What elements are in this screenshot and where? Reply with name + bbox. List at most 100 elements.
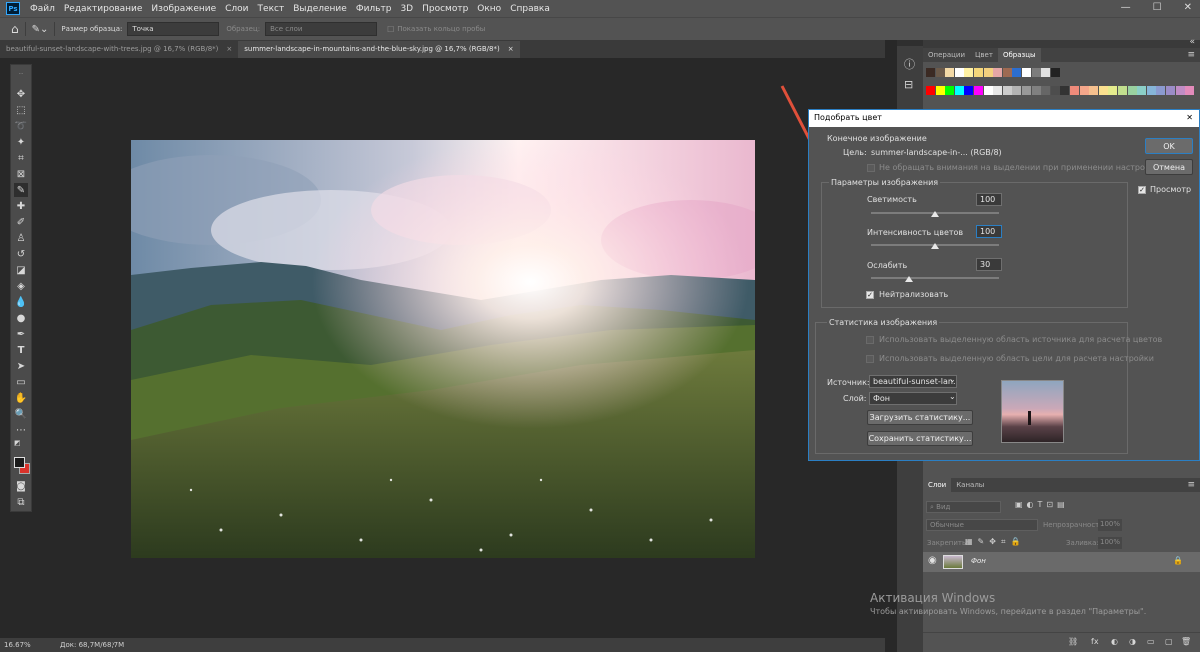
status-arrow-icon[interactable]: › — [112, 640, 115, 648]
ignore-selection-checkbox[interactable] — [867, 164, 875, 172]
tab-sunset[interactable]: beautiful-sunset-landscape-with-trees.jp… — [0, 41, 238, 58]
lock-icons[interactable]: ▦✎✥⌗🔒 — [965, 537, 1025, 547]
lasso-tool-icon[interactable]: ➰ — [14, 119, 28, 133]
more-tools-icon[interactable]: ⋯ — [14, 423, 28, 437]
menu-help[interactable]: Справка — [510, 4, 550, 14]
fade-thumb[interactable] — [905, 276, 914, 282]
color-swatch[interactable] — [993, 68, 1003, 77]
color-swatch[interactable] — [954, 86, 964, 95]
rectangle-tool-icon[interactable]: ▭ — [14, 375, 28, 389]
intensity-field[interactable]: 100 — [976, 225, 1002, 238]
layer-filter-select[interactable]: ⌕ Вид — [926, 501, 1001, 513]
color-swatch[interactable] — [1050, 68, 1060, 77]
color-swatch[interactable] — [983, 86, 993, 95]
color-swatch[interactable] — [1108, 86, 1118, 95]
collapse-icon[interactable]: « — [1189, 37, 1195, 47]
color-swatch[interactable] — [1079, 86, 1089, 95]
color-swatch[interactable] — [993, 86, 1003, 95]
color-swatch[interactable] — [1041, 68, 1051, 77]
color-swatch[interactable] — [1098, 86, 1108, 95]
history-brush-tool-icon[interactable]: ↺ — [14, 247, 28, 261]
color-swatch[interactable] — [926, 86, 935, 95]
color-swatch[interactable] — [1041, 86, 1051, 95]
neutralize-checkbox[interactable]: ✓ — [866, 291, 874, 299]
color-swatch[interactable] — [1012, 68, 1022, 77]
trash-icon[interactable]: 🗑 — [1181, 637, 1191, 646]
tab-channels[interactable]: Каналы — [951, 478, 989, 492]
group-icon[interactable]: ▭ — [1147, 637, 1155, 646]
gradient-tool-icon[interactable]: ◈ — [14, 279, 28, 293]
brush-tool-icon[interactable]: ✐ — [14, 215, 28, 229]
layer-select[interactable]: Фон — [869, 392, 957, 405]
color-swatch[interactable] — [1050, 86, 1060, 95]
cancel-button[interactable]: Отмена — [1145, 159, 1193, 175]
menu-layer[interactable]: Слои — [225, 4, 248, 14]
menu-edit[interactable]: Редактирование — [64, 4, 143, 14]
color-swatch[interactable] — [1022, 86, 1031, 95]
healing-brush-tool-icon[interactable]: ✚ — [14, 199, 28, 213]
magic-wand-tool-icon[interactable]: ✦ — [14, 135, 28, 149]
home-icon[interactable]: ⌂ — [11, 22, 19, 36]
menu-file[interactable]: Файл — [30, 4, 55, 14]
color-swatch[interactable] — [945, 86, 955, 95]
layer-filter-icons[interactable]: ▣◐T⊡▤ — [1015, 500, 1069, 509]
pen-tool-icon[interactable]: ✒ — [14, 327, 28, 341]
info-panel-icon[interactable]: ⓘ — [904, 56, 915, 72]
blend-mode-select[interactable]: Обычные — [926, 519, 1038, 531]
luminance-field[interactable]: 100 — [976, 193, 1002, 206]
maximize-button[interactable]: ☐ — [1153, 2, 1162, 13]
eraser-tool-icon[interactable]: ◪ — [14, 263, 28, 277]
foreground-color-swatch[interactable] — [14, 457, 25, 468]
color-swatch[interactable] — [1012, 86, 1022, 95]
layer-dropdown-icon[interactable]: ⌄ — [949, 392, 956, 401]
color-swatch[interactable] — [1060, 86, 1070, 95]
ring-checkbox[interactable]: ☐ — [387, 25, 394, 34]
tab-swatches[interactable]: Образцы — [997, 48, 1041, 62]
menu-window[interactable]: Окно — [477, 4, 501, 14]
use-source-selection-checkbox[interactable] — [866, 336, 874, 344]
zoom-tool-icon[interactable]: 🔍 — [14, 407, 28, 421]
color-swatch[interactable] — [1022, 68, 1031, 77]
type-tool-icon[interactable]: T — [14, 343, 28, 357]
use-target-selection-checkbox[interactable] — [866, 355, 874, 363]
marquee-tool-icon[interactable]: ⬚ — [14, 103, 28, 117]
link-layers-icon[interactable]: ⛓ — [1068, 637, 1078, 646]
adjustment-icon[interactable]: ◑ — [1129, 637, 1136, 646]
menu-image[interactable]: Изображение — [151, 4, 216, 14]
color-swatch[interactable] — [1118, 86, 1127, 95]
color-swatch[interactable] — [935, 86, 945, 95]
source-dropdown-icon[interactable]: ⌄ — [949, 375, 956, 384]
menu-type[interactable]: Текст — [258, 4, 285, 14]
color-swatch[interactable] — [1070, 86, 1079, 95]
path-selection-tool-icon[interactable]: ➤ — [14, 359, 28, 373]
minimize-button[interactable]: — — [1121, 2, 1131, 13]
eyedropper-tool-preset-icon[interactable]: ✎⌄ — [32, 24, 49, 35]
color-swatch[interactable] — [983, 68, 993, 77]
tab-actions[interactable]: Операции — [923, 48, 970, 62]
hand-tool-icon[interactable]: ✋ — [14, 391, 28, 405]
color-swatch[interactable] — [1031, 68, 1041, 77]
move-tool-icon[interactable]: ✥ — [14, 87, 28, 101]
screen-mode-icon[interactable]: ⧉ — [14, 495, 28, 509]
tab-close-icon[interactable]: × — [226, 45, 232, 54]
dialog-close-icon[interactable]: ✕ — [1186, 113, 1193, 122]
color-swatch[interactable] — [1031, 86, 1041, 95]
eyedropper-tool-icon[interactable]: ✎ — [14, 183, 28, 197]
stamp-tool-icon[interactable]: ♙ — [14, 231, 28, 245]
menu-view[interactable]: Просмотр — [422, 4, 468, 14]
dodge-tool-icon[interactable]: ● — [14, 311, 28, 325]
visibility-eye-icon[interactable]: ◉ — [928, 555, 937, 566]
toolbar-grip-icon[interactable]: ·· — [14, 67, 28, 81]
color-swatch[interactable] — [1185, 86, 1195, 95]
fade-field[interactable]: 30 — [976, 258, 1002, 271]
color-swatch[interactable] — [945, 68, 955, 77]
fx-icon[interactable]: fx — [1091, 637, 1099, 646]
ok-button[interactable]: OK — [1145, 138, 1193, 154]
tab-close-icon[interactable]: × — [508, 45, 514, 54]
color-swatch[interactable] — [1127, 86, 1137, 95]
frame-tool-icon[interactable]: ⊠ — [14, 167, 28, 181]
sample-select[interactable]: Все слои — [265, 22, 378, 36]
properties-panel-icon[interactable]: ⊟ — [904, 78, 913, 91]
color-swatch[interactable] — [1175, 86, 1185, 95]
color-swatch[interactable] — [1002, 68, 1012, 77]
